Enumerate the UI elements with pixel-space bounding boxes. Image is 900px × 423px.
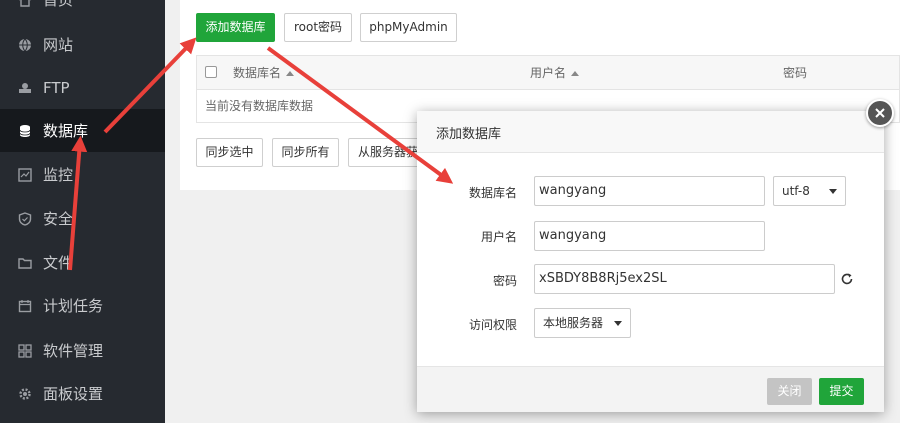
submit-button[interactable]: 提交: [819, 378, 864, 405]
sort-asc-icon: [286, 71, 295, 76]
password-label: 密码: [492, 274, 517, 288]
sort-asc-icon: [571, 71, 580, 76]
close-icon: [875, 108, 885, 118]
sidebar-item-website[interactable]: 网站: [0, 23, 165, 66]
column-header-dbname[interactable]: 数据库名: [233, 56, 295, 90]
sidebar-item-label: 安全: [43, 210, 74, 228]
sidebar-item-label: 计划任务: [43, 297, 104, 315]
dropdown-arrow-icon: [829, 189, 837, 194]
close-button[interactable]: 关闭: [767, 378, 812, 405]
sidebar-item-monitor[interactable]: 监控: [0, 153, 165, 196]
empty-message: 当前没有数据库数据: [205, 99, 314, 113]
sidebar-item-label: 监控: [43, 166, 74, 184]
modal-footer: 关闭 提交: [417, 366, 884, 412]
calendar-icon: [18, 299, 32, 313]
sidebar-item-files[interactable]: 文件: [0, 241, 165, 284]
modal-close-button[interactable]: [866, 99, 894, 127]
sidebar-item-label: FTP: [43, 78, 70, 97]
sidebar: 首页 网站 FTP 数据库 监控 安全 文件 计划任务 软件管理 面板设置: [0, 0, 165, 423]
sidebar-item-label: 网站: [43, 36, 74, 54]
database-icon: [18, 124, 32, 138]
refresh-icon[interactable]: [840, 272, 854, 286]
phpmyadmin-button[interactable]: phpMyAdmin: [360, 13, 457, 42]
access-select[interactable]: 本地服务器: [534, 308, 631, 338]
get-from-server-button[interactable]: 从服务器获: [348, 138, 428, 167]
sidebar-item-database[interactable]: 数据库: [0, 109, 165, 152]
add-database-button[interactable]: 添加数据库: [196, 13, 275, 42]
add-database-modal: 添加数据库 数据库名 wangyang utf-8 用户名 wangyang 密…: [417, 111, 884, 412]
username-input[interactable]: wangyang: [534, 221, 765, 251]
sync-selected-button[interactable]: 同步选中: [196, 138, 263, 167]
gear-icon: [18, 387, 32, 401]
sidebar-item-label: 软件管理: [43, 342, 104, 360]
modal-header: 添加数据库: [417, 111, 884, 153]
folder-icon: [18, 256, 32, 270]
sidebar-item-label: 文件: [43, 254, 74, 272]
sidebar-item-ftp[interactable]: FTP: [0, 66, 165, 109]
sync-all-button[interactable]: 同步所有: [272, 138, 339, 167]
sidebar-item-label: 数据库: [43, 122, 89, 140]
dbname-input[interactable]: wangyang: [534, 176, 765, 206]
username-label: 用户名: [480, 230, 517, 244]
grid-icon: [18, 343, 32, 358]
sidebar-item-security[interactable]: 安全: [0, 197, 165, 240]
modal-title: 添加数据库: [436, 127, 502, 142]
monitor-icon: [18, 167, 32, 182]
column-header-password[interactable]: 密码: [783, 56, 807, 90]
sidebar-item-cron[interactable]: 计划任务: [0, 284, 165, 327]
column-header-username[interactable]: 用户名: [530, 56, 580, 90]
sidebar-item-label: 面板设置: [43, 385, 104, 403]
password-input[interactable]: xSBDY8B8Rj5ex2SL: [534, 264, 835, 294]
shield-icon: [18, 211, 32, 226]
dropdown-arrow-icon: [614, 321, 622, 326]
sidebar-item-settings[interactable]: 面板设置: [0, 372, 165, 415]
dbname-label: 数据库名: [468, 186, 517, 200]
sidebar-item-label: 首页: [43, 0, 74, 9]
table-header: 数据库名 用户名 密码: [197, 56, 899, 90]
home-icon: [18, 0, 32, 7]
sidebar-item-software[interactable]: 软件管理: [0, 329, 165, 372]
select-all-checkbox[interactable]: [205, 66, 217, 78]
access-label: 访问权限: [468, 318, 517, 332]
root-password-button[interactable]: root密码: [284, 13, 352, 42]
sidebar-item-home[interactable]: 首页: [0, 0, 165, 21]
ftp-icon: [18, 81, 32, 95]
charset-select[interactable]: utf-8: [773, 176, 846, 206]
globe-icon: [18, 38, 32, 52]
